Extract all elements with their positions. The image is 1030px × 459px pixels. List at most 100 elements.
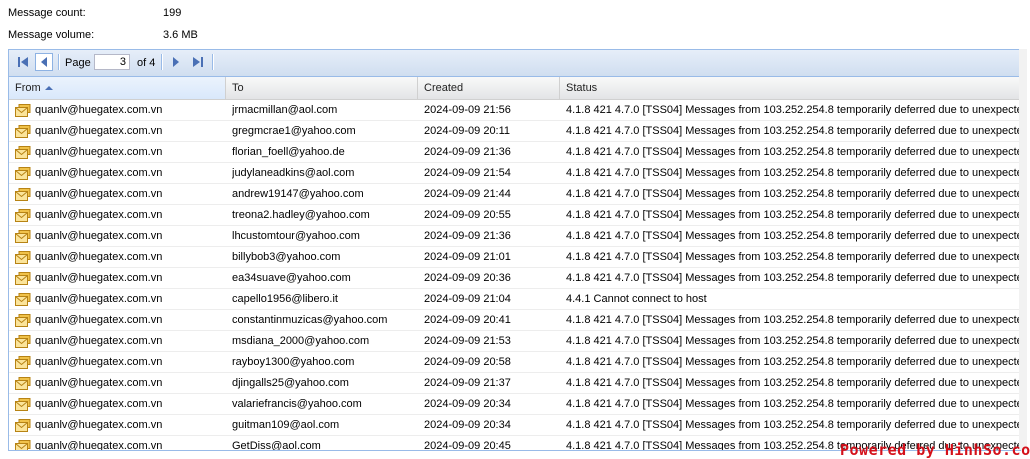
message-grid: Page of 4 From To Created Status bbox=[8, 49, 1021, 451]
cell-from-text: quanlv@huegatex.com.vn bbox=[35, 146, 163, 158]
page-number-input[interactable] bbox=[94, 54, 130, 70]
envelope-icon bbox=[15, 124, 31, 138]
cell-from: quanlv@huegatex.com.vn bbox=[15, 247, 227, 267]
cell-from-text: quanlv@huegatex.com.vn bbox=[35, 209, 163, 221]
cell-status: 4.1.8 421 4.7.0 [TSS04] Messages from 10… bbox=[566, 356, 1020, 368]
table-row[interactable]: quanlv@huegatex.com.vn judylaneadkins@aol… bbox=[9, 163, 1020, 184]
table-row[interactable]: quanlv@huegatex.com.vn guitman109@aol.com… bbox=[9, 415, 1020, 436]
last-page-button[interactable] bbox=[190, 54, 206, 70]
cell-to: billybob3@yahoo.com bbox=[232, 251, 341, 263]
cell-from-text: quanlv@huegatex.com.vn bbox=[35, 188, 163, 200]
table-row[interactable]: quanlv@huegatex.com.vn rayboy1300@yahoo.c… bbox=[9, 352, 1020, 373]
cell-created: 2024-09-09 21:56 bbox=[424, 104, 511, 116]
cell-from-text: quanlv@huegatex.com.vn bbox=[35, 125, 163, 137]
cell-created: 2024-09-09 20:11 bbox=[424, 125, 511, 137]
cell-status: 4.1.8 421 4.7.0 [TSS04] Messages from 10… bbox=[566, 167, 1020, 179]
cell-to: ea34suave@yahoo.com bbox=[232, 272, 351, 284]
toolbar-separator bbox=[161, 54, 163, 70]
envelope-icon bbox=[15, 166, 31, 180]
envelope-icon bbox=[15, 397, 31, 411]
envelope-icon bbox=[15, 292, 31, 306]
vertical-scrollbar[interactable] bbox=[1019, 49, 1027, 450]
table-row[interactable]: quanlv@huegatex.com.vn gregmcrae1@yahoo.c… bbox=[9, 121, 1020, 142]
envelope-icon bbox=[15, 418, 31, 432]
cell-created: 2024-09-09 20:55 bbox=[424, 209, 511, 221]
table-row[interactable]: quanlv@huegatex.com.vn msdiana_2000@yahoo… bbox=[9, 331, 1020, 352]
cell-to: treona2.hadley@yahoo.com bbox=[232, 209, 370, 221]
cell-from: quanlv@huegatex.com.vn bbox=[15, 184, 227, 204]
table-row[interactable]: quanlv@huegatex.com.vn djingalls25@yahoo.… bbox=[9, 373, 1020, 394]
cell-from: quanlv@huegatex.com.vn bbox=[15, 331, 227, 351]
cell-from: quanlv@huegatex.com.vn bbox=[15, 373, 227, 393]
message-count-label: Message count: bbox=[8, 7, 86, 19]
toolbar-separator bbox=[58, 54, 60, 70]
cell-created: 2024-09-09 21:01 bbox=[424, 251, 511, 263]
message-volume-value: 3.6 MB bbox=[163, 29, 198, 41]
envelope-icon bbox=[15, 145, 31, 159]
cell-status: 4.1.8 421 4.7.0 [TSS04] Messages from 10… bbox=[566, 125, 1020, 137]
cell-from: quanlv@huegatex.com.vn bbox=[15, 394, 227, 414]
table-row[interactable]: quanlv@huegatex.com.vn treona2.hadley@yah… bbox=[9, 205, 1020, 226]
cell-created: 2024-09-09 21:54 bbox=[424, 167, 511, 179]
cell-status: 4.1.8 421 4.7.0 [TSS04] Messages from 10… bbox=[566, 209, 1020, 221]
column-header-to[interactable]: To bbox=[226, 77, 418, 99]
column-header-from[interactable]: From bbox=[9, 77, 226, 99]
envelope-icon bbox=[15, 229, 31, 243]
watermark-text: Powered by HinhSo.com bbox=[840, 441, 1030, 459]
cell-status: 4.1.8 421 4.7.0 [TSS04] Messages from 10… bbox=[566, 419, 1020, 431]
column-header-to-label: To bbox=[232, 82, 244, 94]
cell-to: valariefrancis@yahoo.com bbox=[232, 398, 362, 410]
cell-from: quanlv@huegatex.com.vn bbox=[15, 268, 227, 288]
cell-from: quanlv@huegatex.com.vn bbox=[15, 100, 227, 120]
cell-to: msdiana_2000@yahoo.com bbox=[232, 335, 370, 347]
cell-from: quanlv@huegatex.com.vn bbox=[15, 226, 227, 246]
table-row[interactable]: quanlv@huegatex.com.vn andrew19147@yahoo.… bbox=[9, 184, 1020, 205]
table-row[interactable]: quanlv@huegatex.com.vn billybob3@yahoo.co… bbox=[9, 247, 1020, 268]
table-row[interactable]: quanlv@huegatex.com.vn valariefrancis@yah… bbox=[9, 394, 1020, 415]
cell-status: 4.1.8 421 4.7.0 [TSS04] Messages from 10… bbox=[566, 104, 1020, 116]
cell-from: quanlv@huegatex.com.vn bbox=[15, 415, 227, 435]
cell-to: capello1956@libero.it bbox=[232, 293, 338, 305]
cell-created: 2024-09-09 21:36 bbox=[424, 146, 511, 158]
cell-from: quanlv@huegatex.com.vn bbox=[15, 289, 227, 309]
envelope-icon bbox=[15, 439, 31, 450]
toolbar-separator bbox=[212, 54, 214, 70]
cell-from: quanlv@huegatex.com.vn bbox=[15, 121, 227, 141]
cell-from: quanlv@huegatex.com.vn bbox=[15, 163, 227, 183]
table-row[interactable]: quanlv@huegatex.com.vn jrmacmillan@aol.co… bbox=[9, 100, 1020, 121]
column-header-status[interactable]: Status bbox=[560, 77, 1020, 99]
cell-from-text: quanlv@huegatex.com.vn bbox=[35, 167, 163, 179]
cell-from-text: quanlv@huegatex.com.vn bbox=[35, 230, 163, 242]
table-row[interactable]: quanlv@huegatex.com.vn ea34suave@yahoo.co… bbox=[9, 268, 1020, 289]
table-row[interactable]: quanlv@huegatex.com.vn florian_foell@yaho… bbox=[9, 142, 1020, 163]
column-header-from-label: From bbox=[15, 82, 41, 94]
grid-header: From To Created Status bbox=[9, 77, 1020, 100]
last-page-icon bbox=[193, 57, 203, 67]
prev-page-button[interactable] bbox=[35, 53, 53, 71]
cell-from-text: quanlv@huegatex.com.vn bbox=[35, 398, 163, 410]
page-label: Page bbox=[65, 57, 91, 69]
next-page-button[interactable] bbox=[168, 54, 184, 70]
cell-from-text: quanlv@huegatex.com.vn bbox=[35, 272, 163, 284]
cell-to: constantinmuzicas@yahoo.com bbox=[232, 314, 388, 326]
column-header-created-label: Created bbox=[424, 82, 464, 94]
cell-created: 2024-09-09 21:37 bbox=[424, 377, 511, 389]
cell-from-text: quanlv@huegatex.com.vn bbox=[35, 440, 163, 451]
first-page-button[interactable] bbox=[15, 54, 31, 70]
cell-to: florian_foell@yahoo.de bbox=[232, 146, 345, 158]
envelope-icon bbox=[15, 187, 31, 201]
cell-to: andrew19147@yahoo.com bbox=[232, 188, 364, 200]
table-row[interactable]: quanlv@huegatex.com.vn lhcustomtour@yahoo… bbox=[9, 226, 1020, 247]
cell-from-text: quanlv@huegatex.com.vn bbox=[35, 377, 163, 389]
cell-status: 4.4.1 Cannot connect to host bbox=[566, 293, 707, 305]
cell-status: 4.1.8 421 4.7.0 [TSS04] Messages from 10… bbox=[566, 230, 1020, 242]
table-row[interactable]: quanlv@huegatex.com.vn capello1956@libero… bbox=[9, 289, 1020, 310]
cell-from: quanlv@huegatex.com.vn bbox=[15, 352, 227, 372]
table-row[interactable]: quanlv@huegatex.com.vn constantinmuzicas@… bbox=[9, 310, 1020, 331]
column-header-created[interactable]: Created bbox=[418, 77, 560, 99]
cell-status: 4.1.8 421 4.7.0 [TSS04] Messages from 10… bbox=[566, 272, 1020, 284]
cell-from: quanlv@huegatex.com.vn bbox=[15, 436, 227, 451]
cell-status: 4.1.8 421 4.7.0 [TSS04] Messages from 10… bbox=[566, 251, 1020, 263]
cell-from-text: quanlv@huegatex.com.vn bbox=[35, 335, 163, 347]
envelope-icon bbox=[15, 334, 31, 348]
